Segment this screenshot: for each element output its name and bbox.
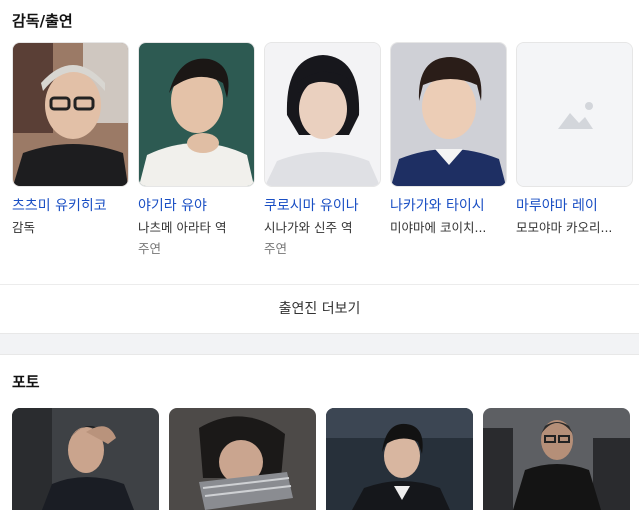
cast-photo[interactable] — [138, 42, 255, 187]
cast-billing: 주연 — [264, 241, 288, 256]
cast-photo-placeholder[interactable] — [516, 42, 633, 187]
cast-card[interactable]: 야기라 유야 나츠메 아라타 역 주연 — [138, 42, 255, 258]
cast-billing: 주연 — [138, 241, 162, 256]
cast-card[interactable]: 쿠로시마 유이나 시나가와 신주 역 주연 — [264, 42, 381, 258]
cast-name[interactable]: 츠츠미 유키히코 — [12, 196, 129, 216]
cast-card[interactable]: 마루야마 레이 모모야마 카오리... — [516, 42, 633, 258]
gallery-photo[interactable] — [483, 408, 630, 510]
cast-role: 감독 — [12, 220, 36, 235]
image-placeholder-icon — [517, 43, 632, 186]
photo-gallery — [12, 408, 639, 510]
cast-photo[interactable] — [12, 42, 129, 187]
cast-photo[interactable] — [390, 42, 507, 187]
cast-name[interactable]: 쿠로시마 유이나 — [264, 196, 381, 216]
cast-carousel: 츠츠미 유키히코 감독 야기라 유야 나츠메 아라타 역 주연 쿠로시마 유이나… — [12, 42, 639, 272]
cast-role: 시나가와 신주 역 — [264, 220, 353, 235]
photo-section-title: 포토 — [12, 373, 40, 391]
cast-role: 미야마에 코이치... — [390, 220, 487, 235]
cast-name[interactable]: 마루야마 레이 — [516, 196, 633, 216]
cast-role: 모모야마 카오리... — [516, 220, 613, 235]
gallery-photo[interactable] — [12, 408, 159, 510]
cast-billing — [12, 240, 129, 258]
cast-billing — [390, 240, 507, 258]
cast-section-title: 감독/출연 — [12, 12, 73, 30]
cast-name[interactable]: 야기라 유야 — [138, 196, 255, 216]
more-cast-button[interactable]: 출연진 더보기 — [0, 284, 639, 333]
gallery-photo[interactable] — [326, 408, 473, 510]
cast-card[interactable]: 나카가와 타이시 미야마에 코이치... — [390, 42, 507, 258]
cast-billing — [516, 240, 633, 258]
cast-photo[interactable] — [264, 42, 381, 187]
cast-role: 나츠메 아라타 역 — [138, 220, 227, 235]
cast-name[interactable]: 나카가와 타이시 — [390, 196, 507, 216]
gallery-photo[interactable] — [169, 408, 316, 510]
section-divider — [0, 333, 639, 355]
cast-card[interactable]: 츠츠미 유키히코 감독 — [12, 42, 129, 258]
